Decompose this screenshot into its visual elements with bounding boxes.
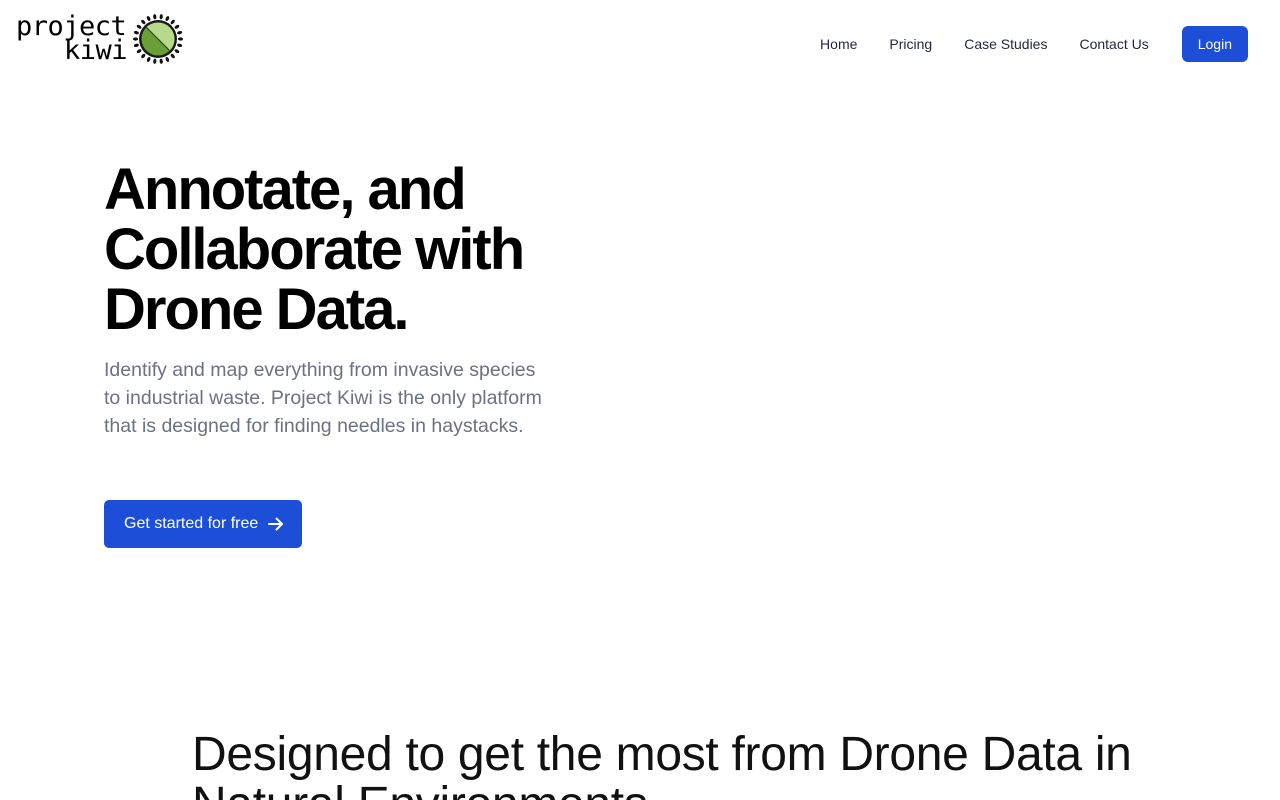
get-started-label: Get started for free <box>124 515 259 532</box>
logo-link[interactable]: project kiwi <box>16 12 185 66</box>
hero-title: Annotate, and Collaborate with Drone Dat… <box>104 157 525 342</box>
logo-wordmark: project kiwi <box>16 13 128 66</box>
features-title: Designed to get the most from Drone Data… <box>192 728 1132 800</box>
page: project kiwi Home Pricing Case Studies C… <box>0 0 1280 800</box>
logo-line-2: kiwi <box>64 35 128 66</box>
site-header: project kiwi Home Pricing Case Studies C… <box>0 0 1280 88</box>
get-started-button[interactable]: Get started for free <box>104 500 302 548</box>
main-nav: Home Pricing Case Studies Contact Us Log… <box>820 26 1248 62</box>
kiwi-fruit-icon <box>132 14 184 64</box>
nav-contact-us[interactable]: Contact Us <box>1079 26 1148 62</box>
arrow-right-icon <box>268 517 284 531</box>
nav-case-studies[interactable]: Case Studies <box>964 26 1047 62</box>
hero-subtitle: Identify and map everything from invasiv… <box>104 359 542 437</box>
nav-home[interactable]: Home <box>820 26 857 62</box>
login-button[interactable]: Login <box>1181 26 1248 62</box>
nav-pricing[interactable]: Pricing <box>889 26 932 62</box>
